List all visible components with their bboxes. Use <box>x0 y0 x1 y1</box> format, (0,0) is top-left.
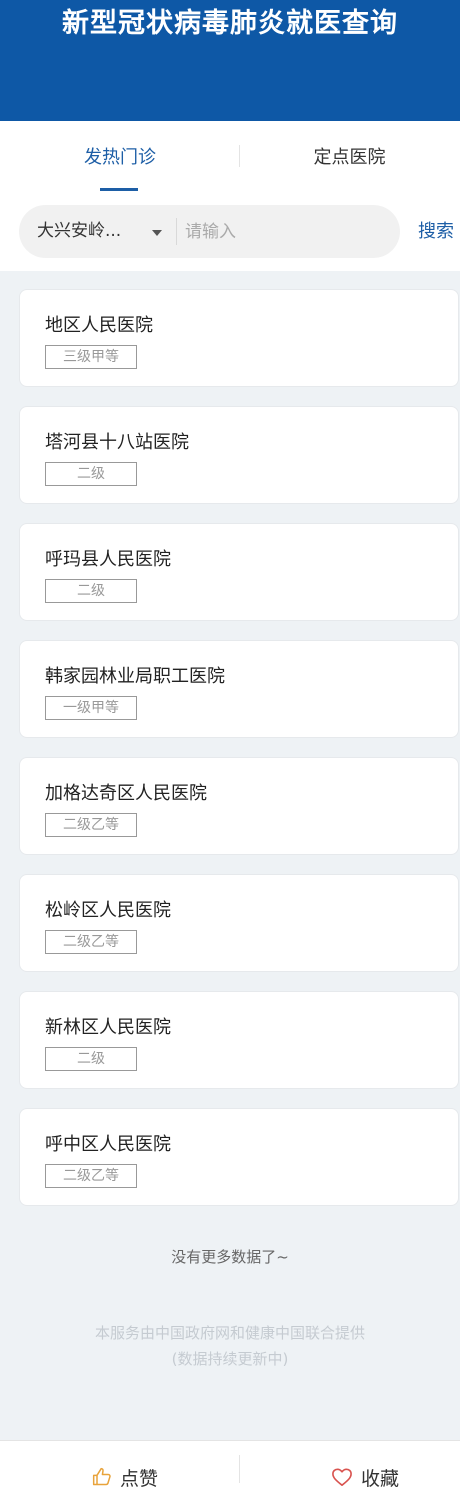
hospital-card[interactable]: 新林区人民医院 二级 <box>19 991 459 1089</box>
hospital-level-badge: 三级甲等 <box>45 345 137 369</box>
search-button[interactable]: 搜索 <box>418 205 454 258</box>
hospital-level-badge: 二级 <box>45 579 137 603</box>
hospital-name: 地区人民医院 <box>45 315 153 336</box>
bottom-action-bar: 点赞 收藏 <box>0 1440 460 1510</box>
hospital-name: 呼玛县人民医院 <box>45 549 171 570</box>
search-panel: 发热门诊 定点医院 大兴安岭... 搜索 <box>0 121 460 271</box>
hospital-level-badge: 二级乙等 <box>45 1164 137 1188</box>
footer-note: 本服务由中国政府网和健康中国联合提供 (数据持续更新中) <box>0 1320 460 1372</box>
search-input[interactable] <box>185 205 390 258</box>
hospital-name: 新林区人民医院 <box>45 1017 171 1038</box>
hospital-card[interactable]: 呼玛县人民医院 二级 <box>19 523 459 621</box>
hospital-level-badge: 二级乙等 <box>45 813 137 837</box>
hospital-name: 加格达奇区人民医院 <box>45 783 207 804</box>
hospital-card[interactable]: 呼中区人民医院 二级乙等 <box>19 1108 459 1206</box>
region-select[interactable]: 大兴安岭... <box>19 205 176 258</box>
hospital-name: 呼中区人民医院 <box>45 1134 171 1155</box>
hospital-card[interactable]: 塔河县十八站医院 二级 <box>19 406 459 504</box>
like-button[interactable]: 点赞 <box>60 1459 190 1495</box>
favorite-label: 收藏 <box>360 1467 399 1490</box>
hospital-name: 松岭区人民医院 <box>45 900 171 921</box>
region-select-value: 大兴安岭... <box>37 221 122 241</box>
tab-designated-hospital[interactable]: 定点医院 <box>239 143 460 173</box>
footer-note-line1: 本服务由中国政府网和健康中国联合提供 <box>94 1324 365 1342</box>
hospital-level-badge: 一级甲等 <box>45 696 137 720</box>
page-header: 新型冠状病毒肺炎就医查询 <box>0 0 460 121</box>
hospital-level-badge: 二级 <box>45 1047 137 1071</box>
hospital-level-badge: 二级乙等 <box>45 930 137 954</box>
hospital-name: 塔河县十八站医院 <box>45 432 189 453</box>
tab-fever-clinic[interactable]: 发热门诊 <box>0 143 240 173</box>
hospital-name: 韩家园林业局职工医院 <box>45 666 225 687</box>
hospital-card[interactable]: 加格达奇区人民医院 二级乙等 <box>19 757 459 855</box>
like-label: 点赞 <box>119 1467 158 1490</box>
select-divider <box>176 218 177 245</box>
search-box: 大兴安岭... <box>19 205 400 258</box>
favorite-button[interactable]: 收藏 <box>300 1459 430 1495</box>
hospital-card[interactable]: 韩家园林业局职工医院 一级甲等 <box>19 640 459 738</box>
hospital-card[interactable]: 地区人民医院 三级甲等 <box>19 289 459 387</box>
hospital-list: 地区人民医院 三级甲等 塔河县十八站医院 二级 呼玛县人民医院 二级 韩家园林业… <box>19 289 459 1225</box>
heart-icon <box>332 1468 352 1486</box>
footer-note-line2: (数据持续更新中) <box>171 1350 289 1368</box>
caret-down-icon <box>152 230 162 236</box>
active-tab-indicator <box>100 188 138 191</box>
hospital-level-badge: 二级 <box>45 462 137 486</box>
page-title: 新型冠状病毒肺炎就医查询 <box>62 8 398 39</box>
thumbs-up-icon <box>92 1467 111 1486</box>
bottom-bar-divider <box>239 1455 240 1483</box>
hospital-card[interactable]: 松岭区人民医院 二级乙等 <box>19 874 459 972</box>
list-end-message: 没有更多数据了~ <box>171 1248 289 1266</box>
